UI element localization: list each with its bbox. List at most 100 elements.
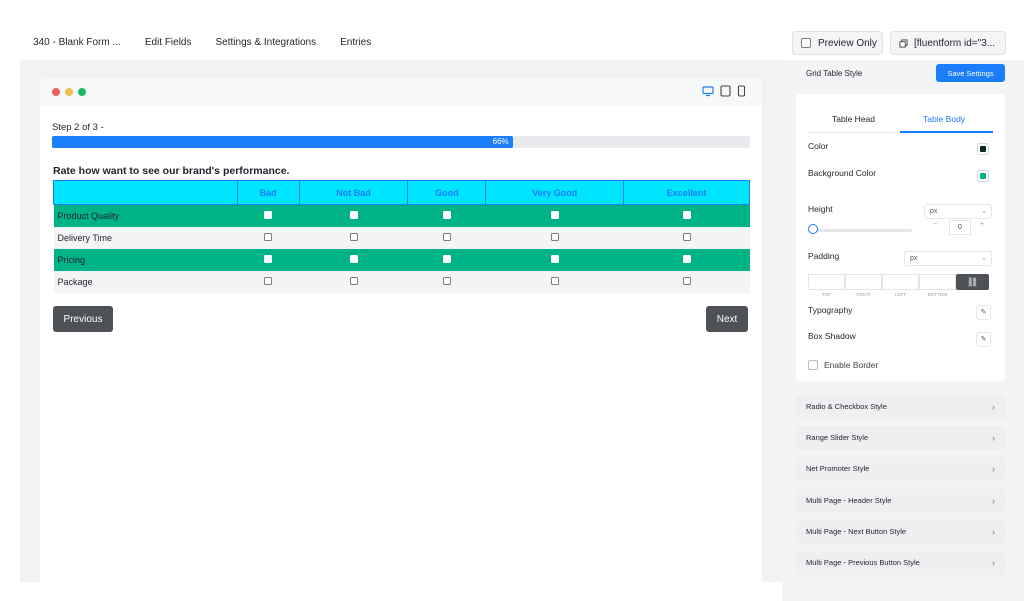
shortcode-text: [fluentform id="3... xyxy=(914,37,996,49)
next-button[interactable]: Next xyxy=(706,306,748,332)
tab-table-body[interactable]: Table Body xyxy=(923,114,965,124)
chevron-down-icon: ⌄ xyxy=(981,255,987,262)
nav-entries[interactable]: Entries xyxy=(340,37,371,48)
table-row: Delivery Time xyxy=(53,226,750,249)
padding-left-label: LEFT xyxy=(894,292,906,297)
accordion-multi-page-previous-button-style[interactable]: Multi Page - Previous Button Style › xyxy=(796,551,1005,575)
nav-settings-integrations[interactable]: Settings & Integrations xyxy=(216,37,317,48)
height-value-input[interactable]: 0 xyxy=(949,220,971,235)
tablet-icon[interactable] xyxy=(720,85,731,97)
grid-checkbox[interactable] xyxy=(349,210,358,219)
grid-header-very-good: Very Good xyxy=(485,180,625,205)
active-tab-indicator xyxy=(900,131,993,133)
save-settings-button[interactable]: Save Settings xyxy=(936,64,1005,82)
grid-header-row: Bad Not Bad Good Very Good Excellent xyxy=(53,180,750,205)
padding-label: Padding xyxy=(808,251,840,261)
grid-checkbox[interactable] xyxy=(442,210,451,219)
form-title[interactable]: 340 - Blank Form ... xyxy=(33,37,121,48)
padding-unit-select[interactable]: px ⌄ xyxy=(904,251,992,266)
chevron-down-icon: ⌄ xyxy=(981,208,987,215)
grid-header-empty xyxy=(53,180,238,205)
nav-edit-fields[interactable]: Edit Fields xyxy=(145,37,192,48)
preview-only-checkbox[interactable] xyxy=(801,38,811,48)
height-slider-handle[interactable] xyxy=(808,224,818,234)
grid-checkbox[interactable] xyxy=(682,210,691,219)
close-dot-icon xyxy=(52,88,60,96)
grid-checkbox[interactable] xyxy=(550,232,559,241)
padding-bottom-label: BOTTOM xyxy=(927,292,948,297)
stepper-minus[interactable]: − xyxy=(933,221,937,228)
tab-table-head[interactable]: Table Head xyxy=(832,114,875,124)
height-stepper: − 0 + xyxy=(927,220,993,235)
grid-header-excellent: Excellent xyxy=(623,180,750,205)
height-unit-value: px xyxy=(930,208,938,215)
grid-checkbox[interactable] xyxy=(442,232,451,241)
grid-checkbox[interactable] xyxy=(264,254,273,263)
row-label: Product Quality xyxy=(53,204,238,227)
progress-fill: 66% xyxy=(52,136,513,148)
preview-only-label: Preview Only xyxy=(818,37,877,49)
padding-left-input[interactable] xyxy=(882,274,919,290)
grid-checkbox[interactable] xyxy=(442,276,451,285)
height-unit-select[interactable]: px ⌄ xyxy=(924,204,992,219)
pencil-icon[interactable]: ✎ xyxy=(976,332,991,347)
grid-checkbox[interactable] xyxy=(682,254,691,263)
step-indicator: Step 2 of 3 - xyxy=(52,122,104,133)
accordion-range-slider-style[interactable]: Range Slider Style › xyxy=(796,426,1005,450)
grid-checkbox[interactable] xyxy=(442,254,451,263)
height-slider-track[interactable] xyxy=(812,229,912,232)
color-label: Color xyxy=(808,141,829,151)
padding-top-input[interactable] xyxy=(808,274,845,290)
accordion-net-promoter-style[interactable]: Net Promoter Style › xyxy=(796,457,1005,481)
grid-checkbox[interactable] xyxy=(264,210,273,219)
preview-only-toggle[interactable]: Preview Only xyxy=(792,31,883,55)
accordion-label: Range Slider Style xyxy=(806,433,869,442)
accordion-multi-page-header-style[interactable]: Multi Page - Header Style › xyxy=(796,489,1005,513)
padding-unit-value: px xyxy=(910,255,918,262)
accordion-label: Multi Page - Previous Button Style xyxy=(806,558,920,567)
grid-header-not-bad: Not Bad xyxy=(298,180,409,205)
accordion-label: Multi Page - Header Style xyxy=(806,496,892,505)
grid-checkbox[interactable] xyxy=(264,276,273,285)
grid-checkbox[interactable] xyxy=(349,254,358,263)
background-color-label: Background Color xyxy=(808,168,877,178)
grid-checkbox[interactable] xyxy=(264,232,273,241)
chevron-right-icon: › xyxy=(992,558,995,568)
grid-checkbox[interactable] xyxy=(349,276,358,285)
stepper-plus[interactable]: + xyxy=(980,221,984,228)
accordion-label: Multi Page - Next Button Style xyxy=(806,527,907,536)
accordion-label: Net Promoter Style xyxy=(806,464,870,473)
chevron-right-icon: › xyxy=(992,527,995,537)
grid-header-good: Good xyxy=(407,180,487,205)
accordion-multi-page-next-button-style[interactable]: Multi Page - Next Button Style › xyxy=(796,520,1005,544)
padding-top-label: TOP xyxy=(821,292,832,297)
pencil-icon[interactable]: ✎ xyxy=(976,305,991,320)
enable-border-label: Enable Border xyxy=(824,360,879,370)
grid-checkbox[interactable] xyxy=(550,254,559,263)
mobile-icon[interactable] xyxy=(737,85,746,97)
background-color-swatch[interactable] xyxy=(977,170,989,182)
shortcode-copy-button[interactable]: [fluentform id="3... xyxy=(890,31,1006,55)
enable-border-toggle[interactable]: Enable Border xyxy=(808,360,878,370)
padding-right-input[interactable] xyxy=(845,274,882,290)
padding-right-label: RIGHT xyxy=(856,292,871,297)
enable-border-checkbox[interactable] xyxy=(808,360,818,370)
grid-checkbox[interactable] xyxy=(550,276,559,285)
grid-checkbox[interactable] xyxy=(682,276,691,285)
grid-checkbox[interactable] xyxy=(550,210,559,219)
window-titlebar xyxy=(40,78,762,106)
chevron-right-icon: › xyxy=(992,433,995,443)
desktop-icon[interactable] xyxy=(702,85,714,97)
minimize-dot-icon xyxy=(65,88,73,96)
top-nav: 340 - Blank Form ... Edit Fields Setting… xyxy=(33,37,395,48)
previous-button[interactable]: Previous xyxy=(53,306,113,332)
color-swatch[interactable] xyxy=(977,143,989,155)
accordion-radio-checkbox-style[interactable]: Radio & Checkbox Style › xyxy=(796,395,1005,419)
grid-checkbox[interactable] xyxy=(682,232,691,241)
table-row: Package xyxy=(53,270,750,293)
box-shadow-label: Box Shadow xyxy=(808,331,856,341)
link-icon[interactable]: ⛓ xyxy=(956,274,989,290)
height-label: Height xyxy=(808,204,833,214)
padding-bottom-input[interactable] xyxy=(919,274,956,290)
grid-checkbox[interactable] xyxy=(349,232,358,241)
